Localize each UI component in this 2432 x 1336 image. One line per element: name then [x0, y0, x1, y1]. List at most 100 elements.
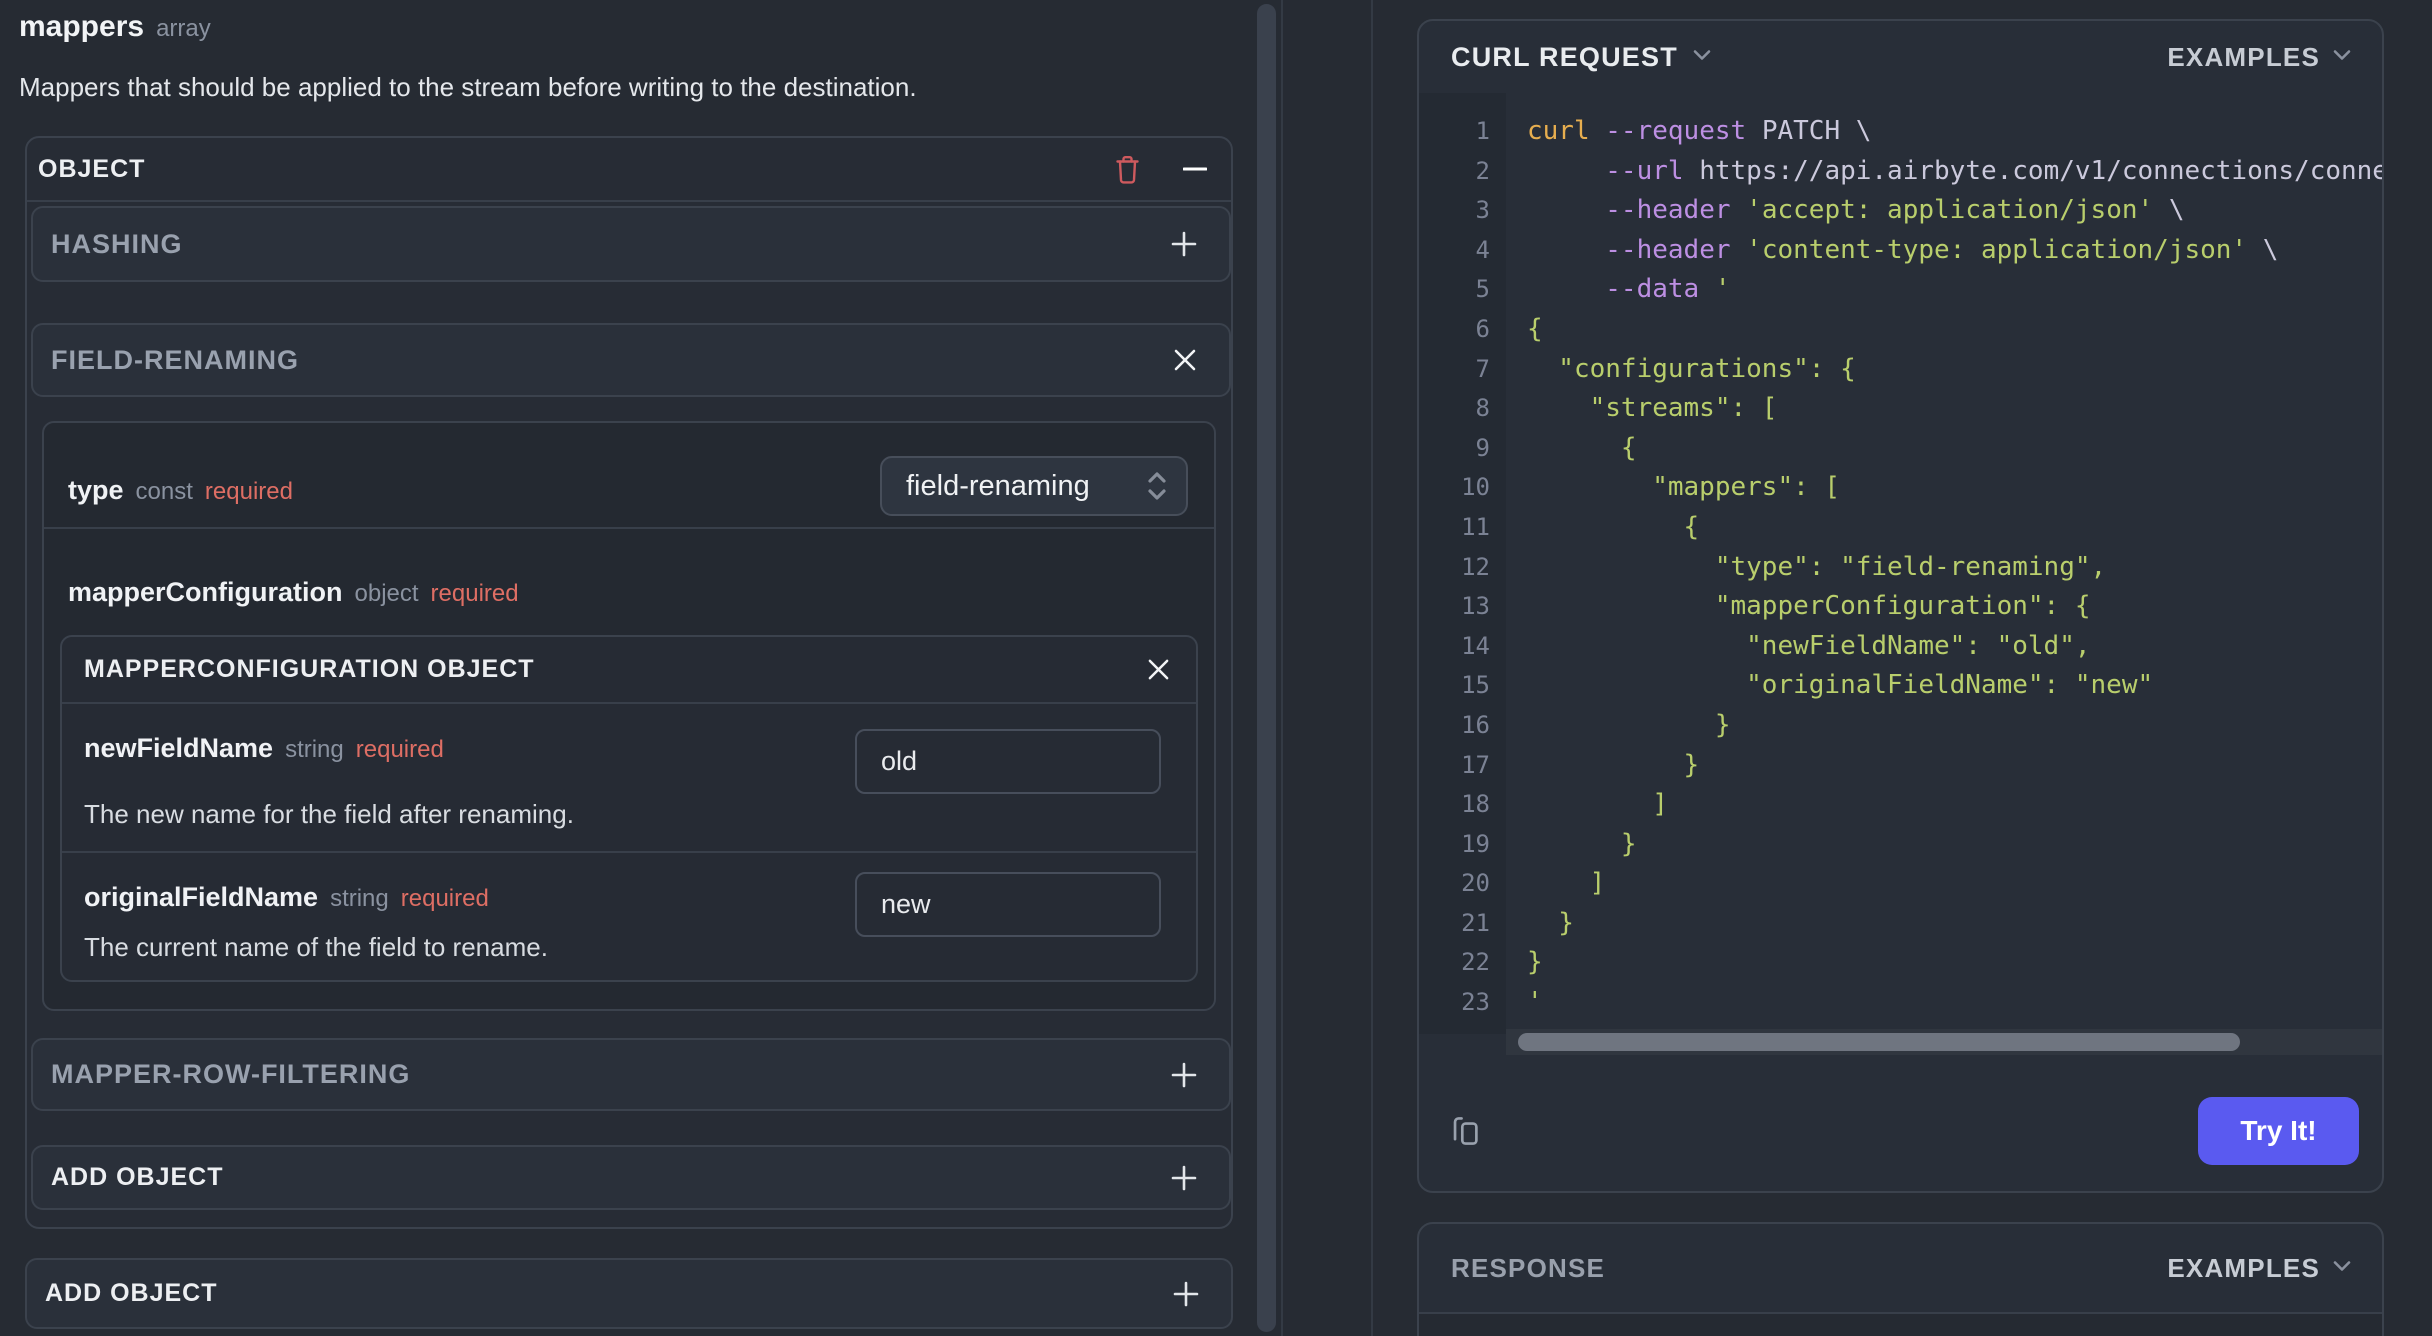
response-header: RESPONSE EXAMPLES: [1419, 1224, 2382, 1314]
try-it-button[interactable]: Try It!: [2198, 1097, 2359, 1165]
property-name: originalFieldName: [84, 882, 319, 912]
new-field-name-row: newFieldName string required: [84, 733, 444, 764]
line-number: 6: [1475, 314, 1490, 343]
code-text: ]: [1527, 868, 1606, 899]
line-number: 13: [1461, 592, 1490, 621]
close-icon[interactable]: [1147, 658, 1170, 681]
add-object-label: ADD OBJECT: [45, 1279, 218, 1307]
line-number: 12: [1461, 552, 1490, 581]
required-badge: required: [400, 885, 489, 912]
type-property-row: type const required: [68, 475, 293, 506]
line-number: 10: [1461, 473, 1490, 502]
property-kind: const: [135, 478, 193, 505]
code-text: "configurations": {: [1527, 353, 1856, 384]
plus-icon[interactable]: [1171, 1062, 1197, 1088]
line-number: 17: [1461, 750, 1490, 779]
line-number: 18: [1461, 790, 1490, 819]
code-text: --header 'accept: application/json' \: [1605, 195, 2185, 226]
code-line: 1 curl --request PATCH \: [1419, 112, 2382, 152]
code-text: }: [1527, 828, 1637, 859]
code-line: 20 ]: [1419, 864, 2382, 904]
chevron-down-icon[interactable]: [1692, 48, 1712, 67]
code-line: 2 --url https://api.airbyte.com/v1/conne…: [1419, 152, 2382, 192]
code-text: "mapperConfiguration": {: [1527, 591, 2091, 622]
plus-icon[interactable]: [1171, 231, 1197, 257]
code-lines: 1 curl --request PATCH \ 2 --url https://a…: [1419, 112, 2382, 1023]
property-name: mapperConfiguration: [68, 577, 343, 607]
close-icon[interactable]: [1173, 348, 1197, 372]
line-number: 14: [1461, 631, 1490, 660]
code-text: "originalFieldName": "new": [1527, 670, 2154, 701]
code-text: {: [1527, 432, 1637, 463]
code-line: 16 }: [1419, 706, 2382, 746]
code-text: "mappers": [: [1527, 472, 1841, 503]
property-name: type: [68, 475, 124, 505]
code-line: 8 "streams": [: [1419, 389, 2382, 429]
code-line: 9 {: [1419, 429, 2382, 469]
mapper-configuration-card-header: MAPPERCONFIGURATION OBJECT: [62, 637, 1196, 704]
line-number: 16: [1461, 710, 1490, 739]
code-line: 21 }: [1419, 904, 2382, 944]
mapper-configuration-card-title: MAPPERCONFIGURATION OBJECT: [84, 655, 535, 683]
add-object-button[interactable]: ADD OBJECT: [31, 1145, 1231, 1210]
examples-dropdown[interactable]: EXAMPLES: [2167, 42, 2352, 73]
section-hashing[interactable]: HASHING: [31, 206, 1231, 282]
code-text: --header 'content-type: application/json…: [1605, 234, 2279, 265]
curl-request-title: CURL REQUEST: [1451, 41, 1678, 72]
object-card: OBJECT HASHING FIELD-RENAMING type const…: [25, 136, 1233, 1229]
section-mapper-row-filtering[interactable]: MAPPER-ROW-FILTERING: [31, 1038, 1231, 1111]
line-number: 4: [1475, 235, 1490, 264]
panel-divider: [1281, 0, 1283, 1336]
property-kind: object: [354, 580, 419, 607]
panel-divider: [1371, 0, 1373, 1336]
line-number: 7: [1475, 354, 1490, 383]
code-text: {: [1527, 313, 1543, 344]
type-select[interactable]: field-renaming: [880, 456, 1188, 516]
original-field-name-input[interactable]: new: [855, 872, 1161, 937]
required-badge: required: [430, 580, 519, 607]
code-text: "newFieldName": "old",: [1527, 630, 2091, 661]
property-description: The new name for the field after renamin…: [84, 799, 574, 829]
chevron-down-icon: [2332, 1259, 2352, 1278]
line-number: 20: [1461, 869, 1490, 898]
line-number: 22: [1461, 948, 1490, 977]
code-text: {: [1527, 511, 1700, 542]
examples-dropdown[interactable]: EXAMPLES: [2167, 1253, 2352, 1284]
trash-icon[interactable]: [1114, 154, 1141, 185]
plus-icon[interactable]: [1171, 1165, 1197, 1191]
section-field-renaming[interactable]: FIELD-RENAMING: [31, 323, 1231, 397]
field-heading: mappers array: [19, 10, 211, 44]
line-number: 19: [1461, 829, 1490, 858]
code-line: 18 ]: [1419, 785, 2382, 825]
property-kind: string: [285, 736, 344, 763]
line-number: 1: [1475, 117, 1490, 145]
code-text: }: [1527, 947, 1543, 978]
code-line: 7 "configurations": {: [1419, 350, 2382, 390]
response-content: [1419, 1314, 2382, 1336]
new-field-name-input[interactable]: old: [855, 729, 1161, 794]
mapper-configuration-card: MAPPERCONFIGURATION OBJECT newFieldName …: [60, 635, 1198, 982]
code-line: 19 }: [1419, 825, 2382, 865]
section-hashing-label: HASHING: [51, 228, 183, 259]
vertical-scrollbar[interactable]: [1257, 4, 1276, 1332]
code-line: 13 "mapperConfiguration": {: [1419, 587, 2382, 627]
horizontal-scrollbar-track[interactable]: [1506, 1029, 2382, 1055]
field-title: mappers: [19, 10, 145, 43]
line-number: 3: [1475, 196, 1490, 225]
add-object-outer-button[interactable]: ADD OBJECT: [25, 1258, 1233, 1329]
field-renaming-body: type const required field-renaming mappe…: [42, 421, 1216, 1011]
collapse-minus-icon[interactable]: [1183, 166, 1207, 172]
plus-icon[interactable]: [1173, 1281, 1199, 1307]
line-number: 11: [1461, 512, 1490, 541]
object-card-title: OBJECT: [38, 154, 146, 183]
curl-request-header: CURL REQUEST EXAMPLES: [1419, 21, 2382, 93]
code-text: --url https://api.airbyte.com/v1/connect…: [1605, 155, 2384, 186]
section-field-renaming-label: FIELD-RENAMING: [51, 344, 299, 375]
object-card-header: OBJECT: [27, 138, 1231, 202]
code-text: "type": "field-renaming",: [1527, 551, 2107, 582]
line-number: 23: [1461, 988, 1490, 1017]
property-name: newFieldName: [84, 733, 274, 763]
copy-icon[interactable]: [1444, 1109, 1488, 1153]
field-type-badge: array: [156, 15, 211, 42]
horizontal-scrollbar-thumb[interactable]: [1518, 1033, 2240, 1051]
